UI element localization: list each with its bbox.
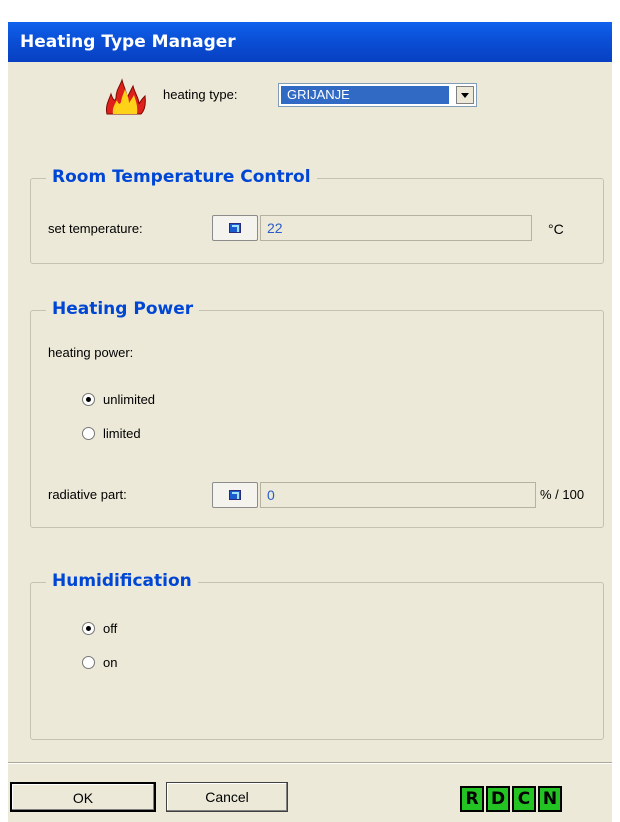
footer-separator bbox=[8, 762, 620, 764]
radiative-part-field[interactable]: 0 bbox=[260, 482, 536, 508]
unlimited-label: unlimited bbox=[103, 392, 156, 407]
heating-type-select[interactable]: GRIJANJE bbox=[278, 83, 477, 107]
heating-power-title: Heating Power bbox=[46, 299, 200, 319]
window-title: Heating Type Manager bbox=[8, 22, 620, 62]
heating-type-value: GRIJANJE bbox=[281, 86, 449, 104]
flame-icon bbox=[106, 78, 146, 115]
c-button[interactable]: C bbox=[512, 786, 536, 812]
cancel-button[interactable]: Cancel bbox=[166, 782, 288, 812]
limited-label: limited bbox=[103, 426, 141, 441]
temperature-unit: °C bbox=[548, 221, 564, 237]
heating-power-label: heating power: bbox=[48, 345, 134, 360]
radiative-part-label: radiative part: bbox=[48, 487, 127, 502]
d-button[interactable]: D bbox=[486, 786, 510, 812]
r-button[interactable]: R bbox=[460, 786, 484, 812]
humidification-on-label: on bbox=[103, 655, 118, 670]
room-temperature-title: Room Temperature Control bbox=[46, 167, 317, 187]
humidification-off-radio[interactable] bbox=[82, 622, 95, 635]
humidification-on-radio[interactable] bbox=[82, 656, 95, 669]
chevron-down-icon[interactable] bbox=[456, 86, 474, 104]
set-temperature-field[interactable]: 22 bbox=[260, 215, 532, 241]
right-edge bbox=[612, 22, 620, 822]
ok-button[interactable]: OK bbox=[10, 782, 156, 812]
heating-type-manager-window: Heating Type Manager heating type: GRIJA… bbox=[8, 0, 620, 822]
humidification-off-label: off bbox=[103, 621, 118, 636]
set-temperature-edit-button[interactable] bbox=[212, 215, 258, 241]
set-temperature-label: set temperature: bbox=[48, 221, 143, 236]
radiative-part-edit-button[interactable] bbox=[212, 482, 258, 508]
unlimited-radio[interactable] bbox=[82, 393, 95, 406]
heating-type-label: heating type: bbox=[163, 87, 238, 102]
n-button[interactable]: N bbox=[538, 786, 562, 812]
limited-radio[interactable] bbox=[82, 427, 95, 440]
edit-icon bbox=[229, 490, 241, 500]
radiative-part-unit: % / 100 bbox=[540, 487, 585, 502]
humidification-title: Humidification bbox=[46, 571, 198, 591]
edit-icon bbox=[229, 223, 241, 233]
top-strip bbox=[8, 0, 620, 22]
